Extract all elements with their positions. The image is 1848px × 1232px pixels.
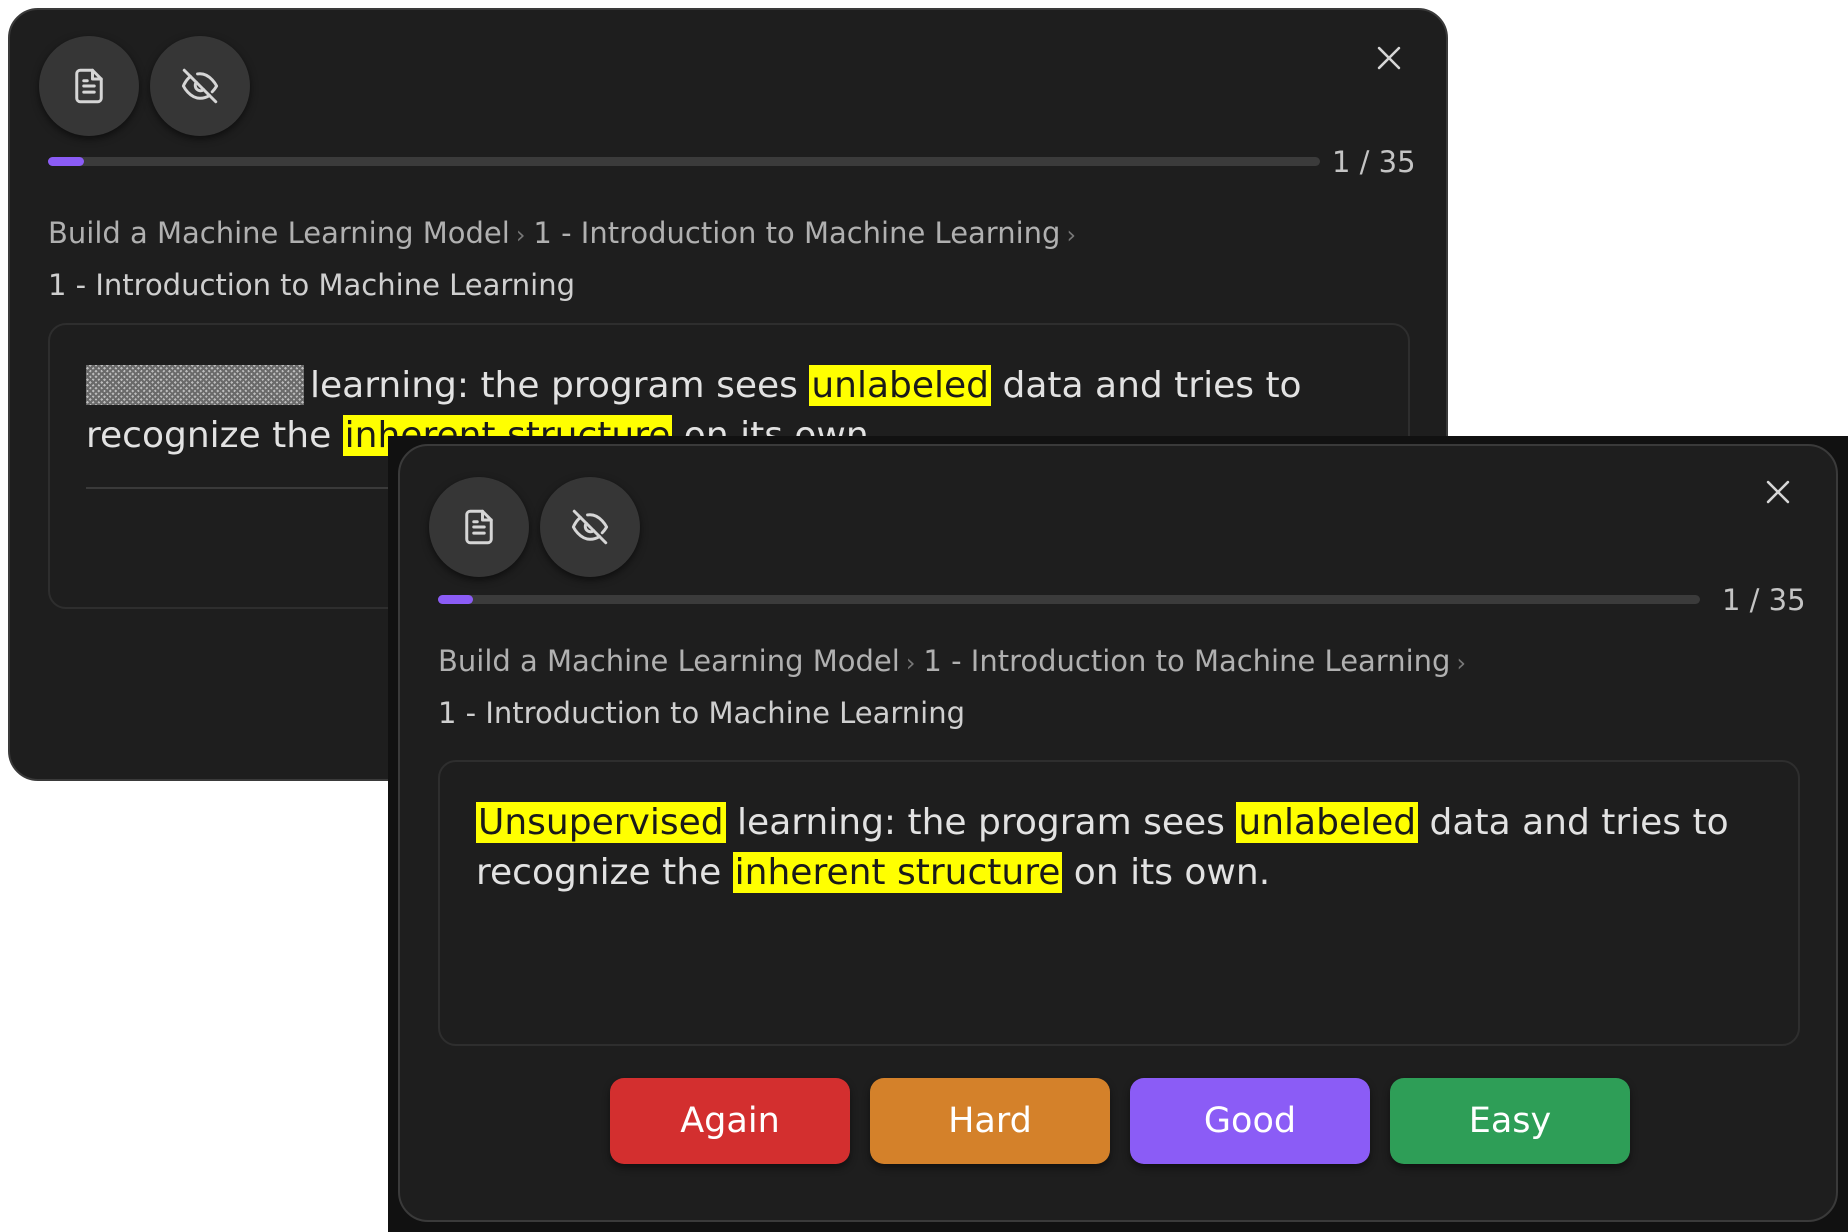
hide-answer-button[interactable] bbox=[540, 477, 640, 577]
close-button[interactable] bbox=[1367, 36, 1411, 80]
breadcrumb-separator: › bbox=[905, 649, 916, 677]
card-text-segment: on its own. bbox=[1062, 852, 1271, 893]
progress-bar-fill bbox=[48, 157, 84, 166]
grade-hard-button[interactable]: Hard bbox=[870, 1078, 1110, 1164]
highlighted-term: inherent structure bbox=[732, 852, 1063, 893]
highlighted-term: Unsupervised bbox=[476, 802, 726, 843]
breadcrumb-separator: › bbox=[515, 221, 526, 249]
breadcrumb-subdeck[interactable]: 1 - Introduction to Machine Learning bbox=[533, 216, 1060, 250]
progress-bar-fill bbox=[438, 595, 474, 604]
eye-off-icon bbox=[181, 68, 219, 104]
card-text-segment: learning: the program sees bbox=[725, 802, 1237, 843]
hide-answer-button[interactable] bbox=[150, 36, 250, 136]
card-content-box: Unsupervised learning: the program sees … bbox=[438, 760, 1800, 1046]
eye-off-icon bbox=[571, 509, 609, 545]
cloze-hidden-mask[interactable] bbox=[86, 365, 304, 405]
grade-easy-button[interactable]: Easy bbox=[1390, 1078, 1630, 1164]
breadcrumb-current: 1 - Introduction to Machine Learning bbox=[48, 268, 576, 302]
close-button[interactable] bbox=[1756, 470, 1800, 514]
notes-button[interactable] bbox=[429, 477, 529, 577]
progress-bar bbox=[48, 157, 1320, 166]
grade-again-button[interactable]: Again bbox=[610, 1078, 850, 1164]
close-icon bbox=[1377, 46, 1401, 70]
card-counter: 1 / 35 bbox=[1722, 583, 1806, 617]
card-counter: 1 / 35 bbox=[1332, 145, 1416, 179]
highlighted-term: unlabeled bbox=[1236, 802, 1419, 843]
highlighted-term: unlabeled bbox=[809, 365, 992, 406]
progress-bar bbox=[438, 595, 1700, 604]
breadcrumb-separator: › bbox=[1456, 649, 1467, 677]
review-panel-answer: 1 / 35 Build a Machine Learning Model › 1 … bbox=[398, 444, 1838, 1222]
card-text-segment: learning: the program sees bbox=[310, 365, 810, 406]
screenshot-stage: 1 / 35 Build a Machine Learning Model › 1 … bbox=[0, 0, 1848, 1232]
breadcrumb-separator: › bbox=[1066, 221, 1077, 249]
breadcrumb: Build a Machine Learning Model › 1 - Intro… bbox=[48, 208, 1128, 310]
document-icon bbox=[75, 68, 103, 104]
notes-button[interactable] bbox=[39, 36, 139, 136]
breadcrumb-subdeck[interactable]: 1 - Introduction to Machine Learning bbox=[923, 644, 1450, 678]
card-back-text: Unsupervised learning: the program sees … bbox=[476, 798, 1776, 898]
document-icon bbox=[465, 509, 493, 545]
breadcrumb-deck[interactable]: Build a Machine Learning Model bbox=[48, 216, 510, 250]
breadcrumb-deck[interactable]: Build a Machine Learning Model bbox=[438, 644, 900, 678]
close-icon bbox=[1766, 480, 1790, 504]
breadcrumb: Build a Machine Learning Model › 1 - Intro… bbox=[438, 636, 1518, 738]
grade-good-button[interactable]: Good bbox=[1130, 1078, 1370, 1164]
breadcrumb-current: 1 - Introduction to Machine Learning bbox=[438, 696, 966, 730]
